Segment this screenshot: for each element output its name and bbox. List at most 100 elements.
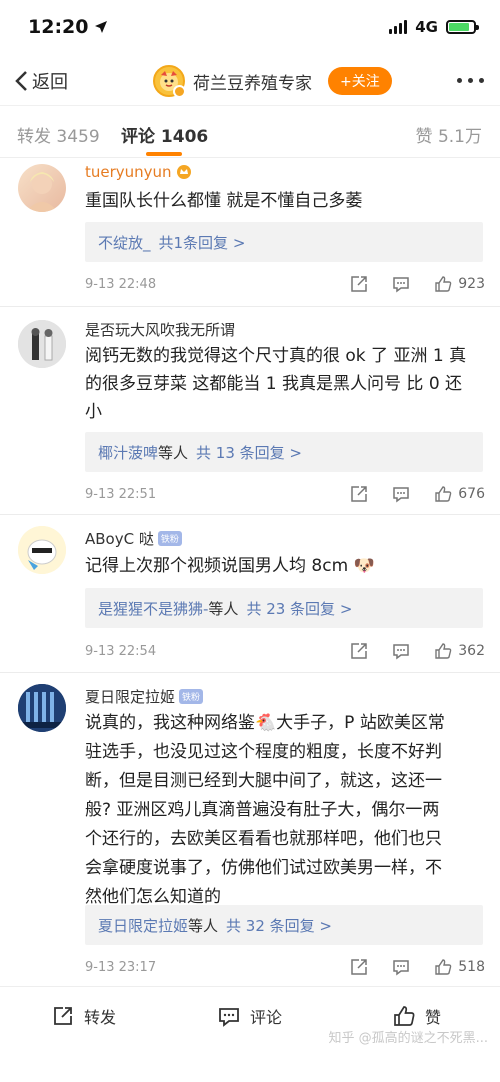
- reply-summary[interactable]: 是猩猩不是狒狒- 等人 共 23 条回复 >: [85, 588, 483, 628]
- like-button[interactable]: 518: [434, 958, 485, 976]
- thumbs-up-icon: [435, 959, 452, 975]
- divider: [0, 514, 500, 515]
- username-text: 是否玩大风吹我无所谓: [85, 321, 236, 339]
- comment-line: 个还行的，去欧美区看看也就那样吧，他们也只: [85, 829, 442, 849]
- comment-meta: 9-13 22:48 923: [85, 272, 485, 296]
- like-count: 518: [458, 959, 485, 975]
- bottom-action-bar: 转发 评论 赞 知乎 @孤高的谜之不死黑...: [0, 986, 500, 1082]
- comment-item: 是否玩大风吹我无所谓 阅钙无数的我觉得这个尺寸真的很 ok 了 亚洲 1 真 的…: [0, 306, 500, 514]
- reply-user[interactable]: 不绽放_: [98, 232, 151, 253]
- location-arrow-icon: [95, 21, 108, 33]
- status-bar: 12:20 4G: [0, 0, 500, 56]
- comment-line: 记得上次那个视频说国男人均 8cm 🐶: [85, 556, 375, 576]
- comment-meta: 9-13 22:54 362: [85, 639, 485, 663]
- comment-icon[interactable]: [392, 275, 410, 293]
- reply-count[interactable]: 共 32 条回复 >: [226, 915, 332, 936]
- comment-icon[interactable]: [392, 642, 410, 660]
- reply-suffix: 等人: [208, 599, 239, 618]
- comment-time: 9-13 22:54: [85, 643, 157, 659]
- comment-line: 阅钙无数的我觉得这个尺寸真的很 ok 了 亚洲 1 真: [85, 346, 467, 366]
- fan-badge: 铁粉: [179, 689, 204, 704]
- comment-button[interactable]: 评论: [218, 1004, 282, 1028]
- like-label: 赞: [425, 1008, 442, 1027]
- comment-line: 的很多豆芽菜 这都能当 1 我真是黑人问号 比 0 还: [85, 374, 463, 394]
- comment-time: 9-13 23:17: [85, 959, 157, 975]
- share-icon[interactable]: [350, 275, 368, 293]
- signal-icon: [389, 20, 408, 34]
- status-time: 12:20: [28, 16, 108, 38]
- avatar[interactable]: [18, 526, 66, 574]
- tab-repost[interactable]: 转发 3459: [17, 122, 100, 147]
- username[interactable]: 是否玩大风吹我无所谓: [85, 319, 235, 340]
- comment-icon[interactable]: [392, 958, 410, 976]
- reply-summary[interactable]: 椰汁菠啤 等人 共 13 条回复 >: [85, 432, 483, 472]
- like-button[interactable]: 赞: [393, 1004, 441, 1028]
- divider: [0, 672, 500, 673]
- fan-badge: 铁粉: [157, 531, 182, 546]
- share-icon[interactable]: [350, 958, 368, 976]
- like-count: 676: [458, 486, 485, 502]
- comment-icon: [219, 1008, 239, 1027]
- username[interactable]: tueryunyun: [85, 163, 192, 181]
- comment-text: 说真的，我这种网络鉴🐔大手子，P 站欧美区常 驻选手，也没见过这个程度的粗度，长…: [85, 709, 485, 912]
- comment-meta: 9-13 23:17 518: [85, 955, 485, 979]
- reply-user[interactable]: 夏日限定拉姬: [98, 915, 188, 936]
- username-text: tueryunyun: [85, 163, 172, 181]
- reply-summary[interactable]: 不绽放_ 共1条回复 >: [85, 222, 483, 262]
- like-button[interactable]: 923: [434, 275, 485, 293]
- like-button[interactable]: 362: [434, 642, 485, 660]
- reply-user[interactable]: 椰汁菠啤: [98, 442, 158, 463]
- comment-line: 小: [85, 402, 102, 422]
- share-icon[interactable]: [350, 485, 368, 503]
- share-icon: [54, 1007, 72, 1025]
- tab-indicator: [146, 152, 182, 156]
- comment-line: 断，但是目测已经到大腿中间了，就这，这还一: [85, 771, 442, 791]
- comment-item: 夏日限定拉姬 铁粉 说真的，我这种网络鉴🐔大手子，P 站欧美区常 驻选手，也没见过…: [0, 672, 500, 986]
- comment-time: 9-13 22:48: [85, 276, 157, 292]
- thumbs-up-icon: [435, 486, 452, 502]
- avatar[interactable]: [18, 320, 66, 368]
- back-label: 返回: [32, 72, 68, 93]
- back-button[interactable]: 返回: [14, 68, 68, 94]
- share-icon[interactable]: [350, 642, 368, 660]
- comment-time: 9-13 22:51: [85, 486, 157, 502]
- comment-meta: 9-13 22:51 676: [85, 482, 485, 506]
- comment-item: tueryunyun 重国队长什么都懂 就是不懂自己多萎 不绽放_ 共1条回复 …: [0, 158, 500, 306]
- reply-count[interactable]: 共1条回复 >: [159, 232, 246, 253]
- comment-line: 般? 亚洲区鸡儿真滴普遍没有肚子大，偶尔一两: [85, 800, 440, 820]
- comment-line: 驻选手，也没见过这个程度的粗度，长度不好判: [85, 742, 442, 762]
- reply-summary[interactable]: 夏日限定拉姬 等人 共 32 条回复 >: [85, 905, 483, 945]
- page-title: 荷兰豆养殖专家: [193, 73, 312, 94]
- repost-button[interactable]: 转发: [52, 1004, 116, 1028]
- chevron-left-icon: [15, 71, 27, 91]
- avatar[interactable]: [18, 684, 66, 732]
- comment-line: 说真的，我这种网络鉴🐔大手子，P 站欧美区常: [85, 713, 445, 733]
- like-count: 923: [458, 276, 485, 292]
- comment-item: ABoyC 哒铁粉 记得上次那个视频说国男人均 8cm 🐶 是猩猩不是狒狒- 等人…: [0, 514, 500, 672]
- network-label: 4G: [415, 18, 438, 36]
- comment-icon[interactable]: [392, 485, 410, 503]
- username[interactable]: 夏日限定拉姬 铁粉: [85, 686, 204, 707]
- thumbs-up-icon: [435, 643, 452, 659]
- clock-text: 12:20: [28, 16, 89, 38]
- comment-text: 记得上次那个视频说国男人均 8cm 🐶: [85, 552, 485, 580]
- avatar[interactable]: [18, 164, 66, 212]
- like-button[interactable]: 676: [434, 485, 485, 503]
- comment-text: 阅钙无数的我觉得这个尺寸真的很 ok 了 亚洲 1 真 的很多豆芽菜 这都能当 …: [85, 342, 485, 426]
- reply-user[interactable]: 是猩猩不是狒狒-: [98, 598, 208, 619]
- follow-button[interactable]: +关注: [328, 67, 392, 95]
- repost-label: 转发: [84, 1008, 117, 1027]
- tab-like[interactable]: 赞 5.1万: [416, 122, 482, 147]
- reply-count[interactable]: 共 23 条回复 >: [246, 598, 352, 619]
- more-options-button[interactable]: [457, 78, 484, 83]
- nav-bar: 返回 荷兰豆养殖专家 +关注: [0, 56, 500, 106]
- username[interactable]: ABoyC 哒铁粉: [85, 528, 182, 549]
- account-avatar[interactable]: [153, 65, 186, 98]
- reply-count[interactable]: 共 13 条回复 >: [196, 442, 302, 463]
- like-count: 362: [458, 643, 485, 659]
- username-text: 夏日限定拉姬: [85, 688, 176, 706]
- watermark: 知乎 @孤高的谜之不死黑...: [328, 1031, 488, 1046]
- comment-label: 评论: [250, 1008, 283, 1027]
- tab-comment[interactable]: 评论 1406: [121, 122, 208, 147]
- reply-suffix: 等人: [188, 916, 219, 935]
